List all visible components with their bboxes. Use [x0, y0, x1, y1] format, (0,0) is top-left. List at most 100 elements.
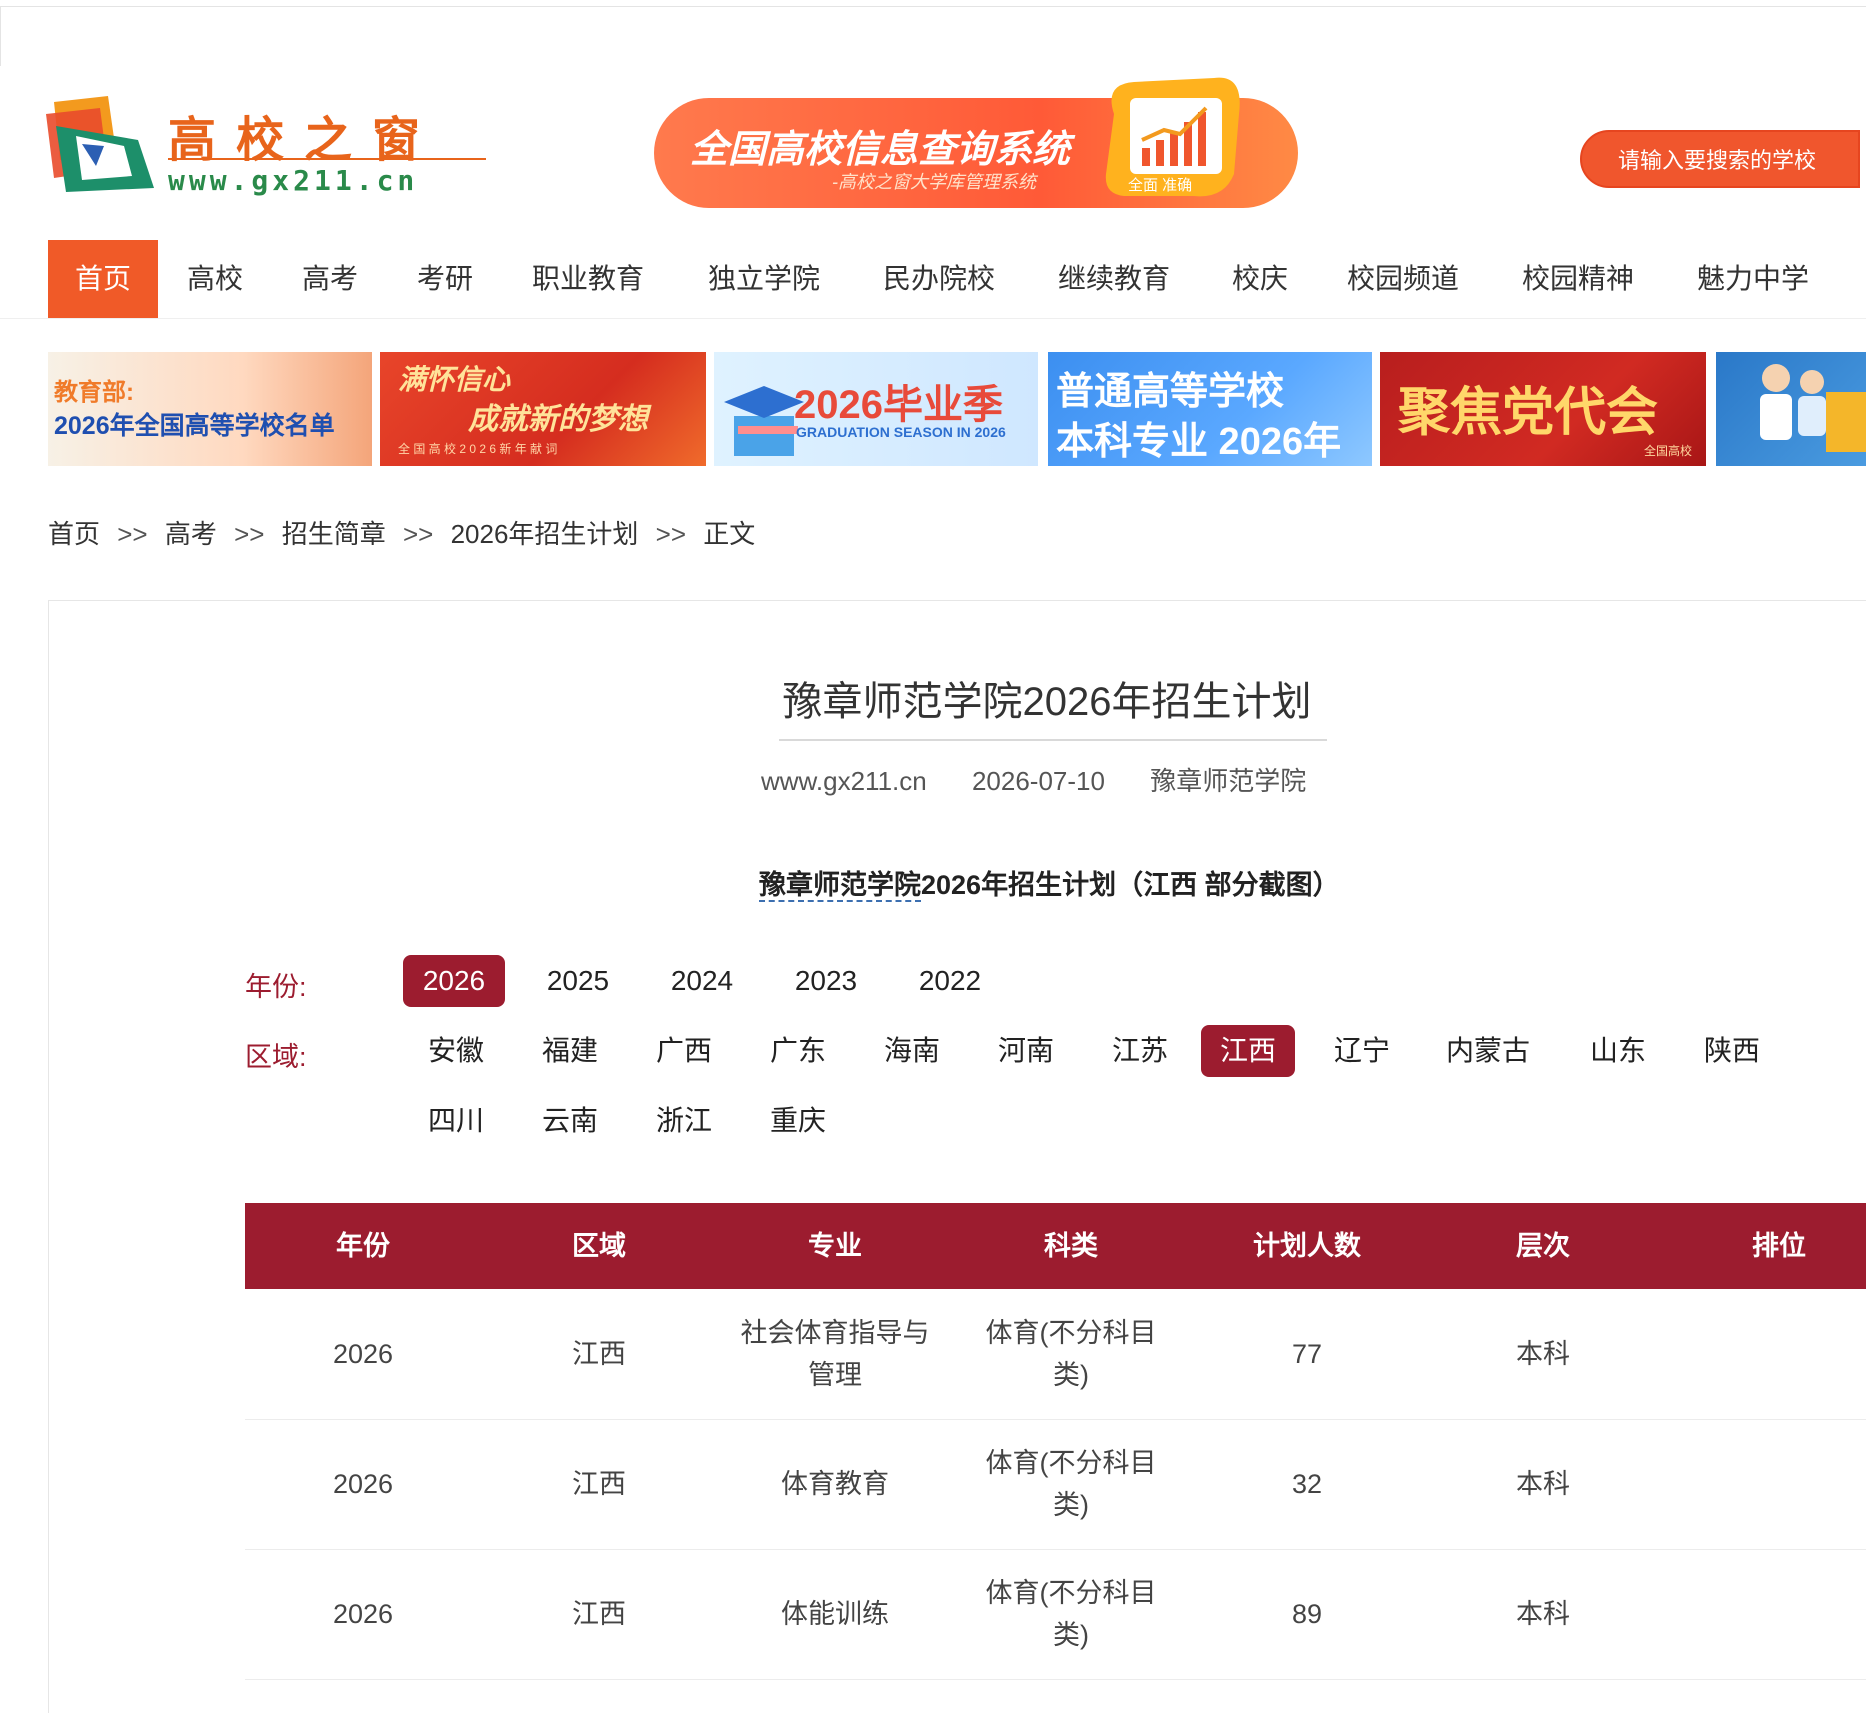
- breadcrumb-plan-2026[interactable]: 2026年招生计划: [451, 519, 639, 549]
- region-chip-jiangxi[interactable]: 江西: [1201, 1025, 1295, 1077]
- cell-major: 体能训练: [717, 1549, 953, 1679]
- cell-category: 体育(不分科目类): [953, 1289, 1189, 1419]
- cell-text: 江西: [572, 1339, 626, 1369]
- nav-item-private[interactable]: 民办院校: [883, 240, 995, 318]
- cell-rank: [1661, 1289, 1866, 1419]
- promo-banner-graduation[interactable]: 2026毕业季 GRADUATION SEASON IN 2026: [714, 352, 1038, 466]
- year-chip-2024[interactable]: 2024: [651, 955, 753, 1007]
- school-search-input[interactable]: 请输入要搜索的学校: [1580, 130, 1860, 188]
- promo-banner-undergrad-majors[interactable]: 普通高等学校 本科专业 2026年: [1048, 352, 1372, 466]
- main-nav: 首页 高校 高考 考研 职业教育 独立学院 民办院校 继续教育 校庆 校园频道 …: [48, 240, 1866, 318]
- breadcrumb: 首页 >> 高考 >> 招生简章 >> 2026年招生计划 >> 正文: [48, 514, 755, 551]
- column-header-major: 专业: [808, 1231, 862, 1261]
- region-chip-zhejiang[interactable]: 浙江: [637, 1095, 731, 1147]
- site-logo[interactable]: 高校之窗 www.gx211.cn: [46, 96, 486, 197]
- promo-banner-partial[interactable]: [1716, 352, 1866, 466]
- cell-region: 江西: [481, 1549, 717, 1679]
- region-chip-shaanxi[interactable]: 陕西: [1685, 1025, 1779, 1077]
- nav-item-vocational[interactable]: 职业教育: [532, 240, 644, 318]
- nav-item-postgrad[interactable]: 考研: [417, 240, 473, 318]
- cell-category: 体育(不分科目类): [953, 1419, 1189, 1549]
- promo-text: 普通高等学校: [1056, 371, 1285, 413]
- promo-text: 成就新的梦想: [468, 402, 648, 437]
- region-chip-guangxi[interactable]: 广西: [637, 1025, 731, 1077]
- promo-text: 本科专业 2026年: [1056, 421, 1342, 463]
- region-chip-inner-mongolia[interactable]: 内蒙古: [1429, 1025, 1547, 1077]
- region-chip-yunnan[interactable]: 云南: [523, 1095, 617, 1147]
- cell-text: 2026: [332, 1469, 394, 1499]
- year-chip-2023[interactable]: 2023: [775, 955, 877, 1007]
- divider: [0, 318, 1866, 319]
- banner-title: 全国高校信息查询系统: [690, 129, 1071, 171]
- nav-item-independent[interactable]: 独立学院: [708, 240, 820, 318]
- cell-text: 体育(不分科目类): [985, 1578, 1157, 1650]
- region-chip-henan[interactable]: 河南: [979, 1025, 1073, 1077]
- cell-text: 体育(不分科目类): [985, 1318, 1157, 1390]
- year-chip-2022[interactable]: 2022: [899, 955, 1001, 1007]
- article: 豫章师范学院2026年招生计划 www.gx211.cn 2026-07-10 …: [48, 600, 1866, 1713]
- promo-text: 全 国 高 校 2 0 2 6 新 年 献 词: [398, 442, 558, 456]
- cell-major: 体育教育: [717, 1419, 953, 1549]
- logo-mark-icon: [46, 96, 154, 192]
- promo-banner-new-year[interactable]: 满怀信心 成就新的梦想 全 国 高 校 2 0 2 6 新 年 献 词: [380, 352, 706, 466]
- promo-banner-party-congress[interactable]: 聚焦党代会 全国高校: [1380, 352, 1706, 466]
- cell-text: 本科: [1516, 1339, 1570, 1369]
- cell-level: 本科: [1425, 1549, 1661, 1679]
- breadcrumb-current: 正文: [703, 519, 756, 549]
- region-chip-hainan[interactable]: 海南: [865, 1025, 959, 1077]
- cell-text: 体育(不分科目类): [985, 1448, 1157, 1520]
- cell-text: 本科: [1516, 1599, 1570, 1629]
- column-header-rank: 排位: [1752, 1231, 1806, 1261]
- cell-text: 体育教育: [781, 1469, 889, 1499]
- nav-item-campus-spirit[interactable]: 校园精神: [1522, 240, 1634, 318]
- article-meta: www.gx211.cn 2026-07-10 豫章师范学院: [761, 761, 1344, 798]
- breadcrumb-brochure[interactable]: 招生简章: [282, 519, 386, 549]
- cell-text: 32: [1291, 1469, 1323, 1499]
- school-link[interactable]: 豫章师范学院: [759, 870, 921, 902]
- cell-text: 2026: [332, 1599, 394, 1629]
- year-chip-2025[interactable]: 2025: [527, 955, 629, 1007]
- nav-item-middle-school[interactable]: 魅力中学: [1697, 240, 1809, 318]
- promo-text: 聚焦党代会: [1398, 382, 1659, 443]
- article-date: 2026-07-10: [971, 766, 1105, 796]
- frame-border: [0, 6, 1, 66]
- region-chip-liaoning[interactable]: 辽宁: [1315, 1025, 1409, 1077]
- frame-border: [0, 6, 1866, 7]
- region-chip-guangdong[interactable]: 广东: [751, 1025, 845, 1077]
- table-row: 2026 江西 体育教育 体育(不分科目类) 32 本科: [245, 1419, 1866, 1550]
- table-header: 年份 区域 专业 科类 计划人数 层次 排位: [245, 1203, 1866, 1289]
- region-chip-chongqing[interactable]: 重庆: [751, 1095, 845, 1147]
- nav-item-universities[interactable]: 高校: [187, 240, 243, 318]
- region-chip-anhui[interactable]: 安徽: [409, 1025, 503, 1077]
- cell-planned-count: 89: [1189, 1549, 1425, 1679]
- promo-text: 2026年全国高等学校名单: [54, 412, 335, 440]
- article-source: www.gx211.cn: [761, 766, 927, 796]
- breadcrumb-separator: >>: [117, 519, 148, 549]
- breadcrumb-home[interactable]: 首页: [48, 519, 100, 549]
- nav-item-home[interactable]: 首页: [48, 240, 158, 318]
- region-chip-fujian[interactable]: 福建: [523, 1025, 617, 1077]
- breadcrumb-gaokao[interactable]: 高考: [165, 519, 217, 549]
- article-author: 豫章师范学院: [1150, 766, 1307, 796]
- query-system-banner[interactable]: 全国高校信息查询系统 -高校之窗大学库管理系统 全面 准确: [654, 77, 1298, 208]
- promo-text: 满怀信心: [398, 363, 511, 396]
- region-chip-sichuan[interactable]: 四川: [409, 1095, 503, 1147]
- page-title: 豫章师范学院2026年招生计划: [782, 680, 1312, 724]
- region-chip-jiangsu[interactable]: 江苏: [1093, 1025, 1187, 1077]
- column-header-year: 年份: [336, 1231, 390, 1261]
- cell-category: 体育(不分科目类): [953, 1549, 1189, 1679]
- nav-item-gaokao[interactable]: 高考: [302, 240, 358, 318]
- banner-tag: 全面 准确: [1128, 177, 1193, 194]
- year-chip-2026[interactable]: 2026: [403, 955, 505, 1007]
- nav-item-anniversary[interactable]: 校庆: [1232, 240, 1288, 318]
- nav-item-campus-channel[interactable]: 校园频道: [1347, 240, 1459, 318]
- promo-text: 教育部:: [54, 379, 134, 406]
- table-row: 2026 江西 体能训练 体育(不分科目类) 89 本科: [245, 1549, 1866, 1680]
- nav-item-continuing[interactable]: 继续教育: [1058, 240, 1170, 318]
- divider: [779, 739, 1327, 741]
- article-subheading: 豫章师范学院2026年招生计划（江西 部分截图）: [759, 863, 1340, 902]
- promo-banner-university-list[interactable]: 教育部: 2026年全国高等学校名单: [48, 352, 372, 466]
- breadcrumb-separator: >>: [655, 519, 687, 549]
- cell-text: 2026: [332, 1339, 394, 1369]
- region-chip-shandong[interactable]: 山东: [1571, 1025, 1665, 1077]
